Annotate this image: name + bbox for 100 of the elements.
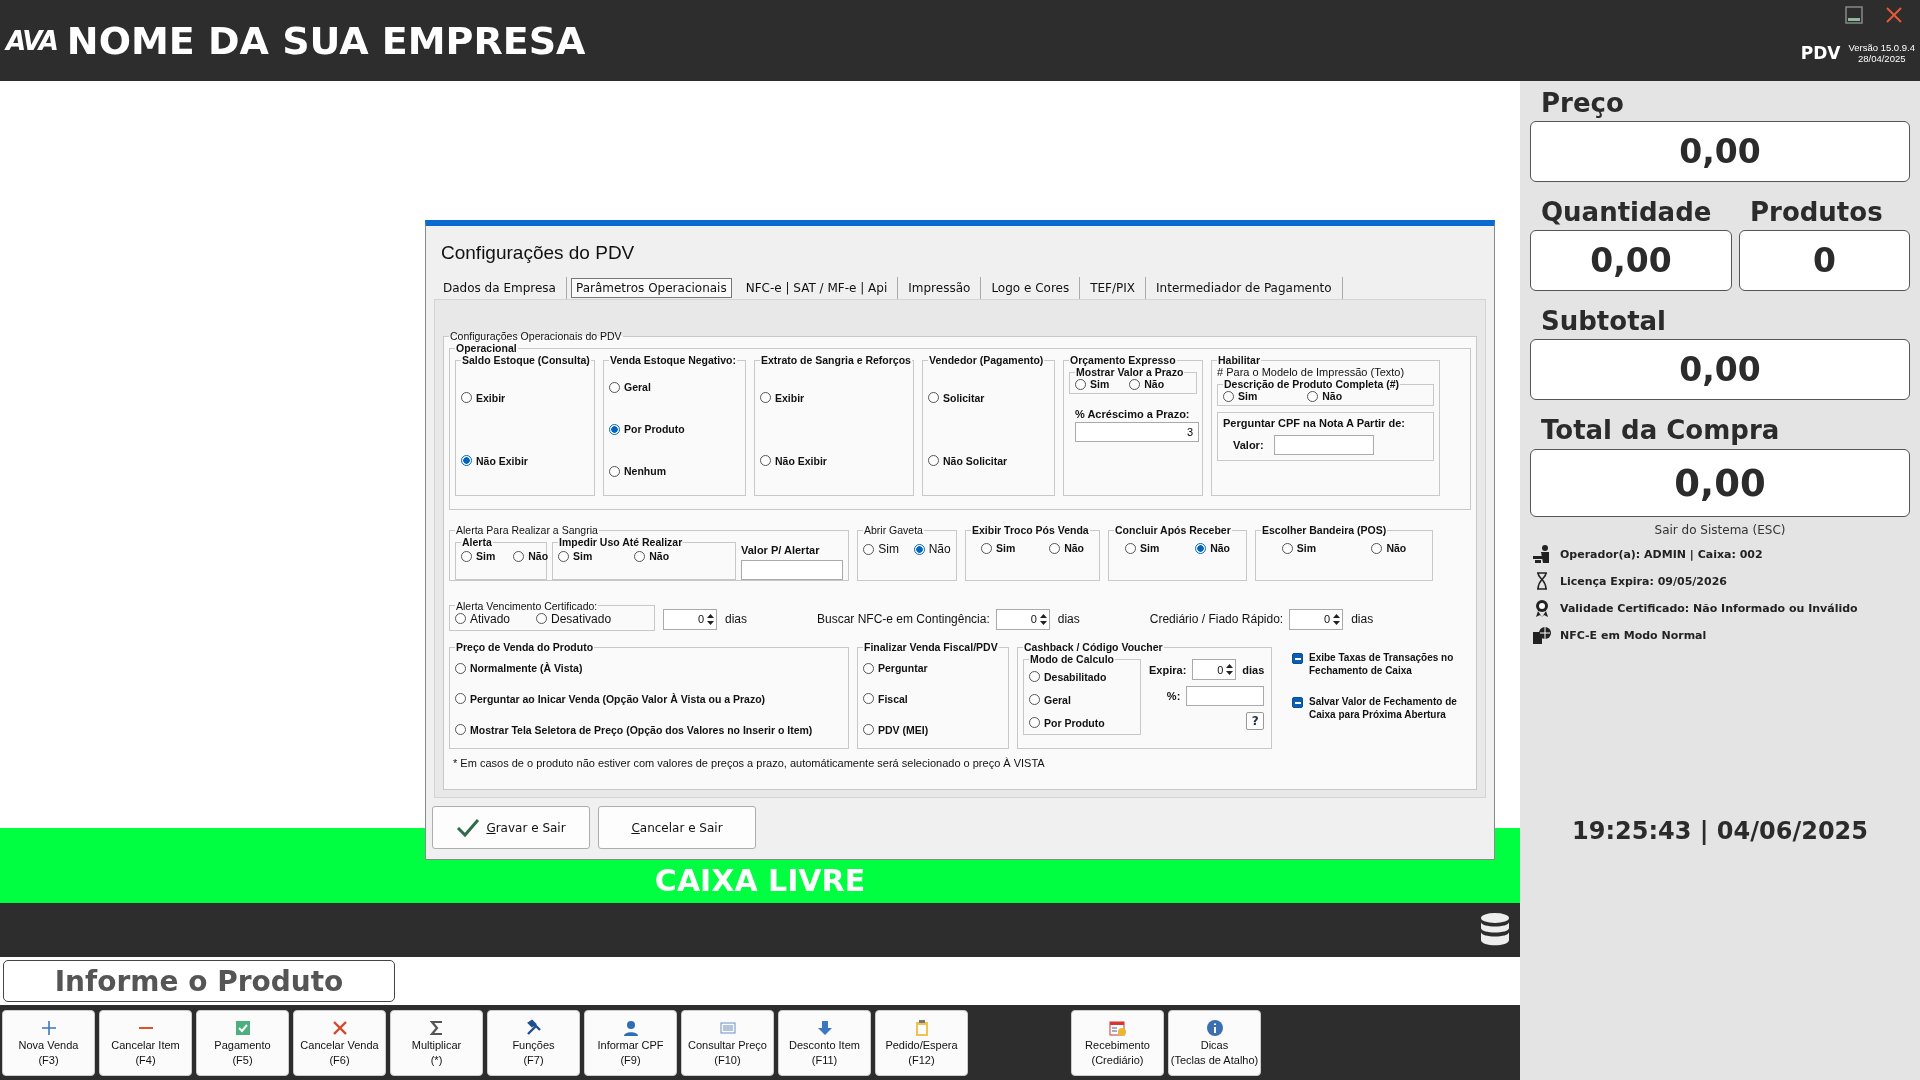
radio-option[interactable]: Sim bbox=[1281, 542, 1316, 554]
toolbar-button[interactable]: Recebimento (Crediário) bbox=[1071, 1009, 1164, 1076]
toolbar-button[interactable]: Desconto Item (F11) bbox=[778, 1009, 871, 1076]
radio-button[interactable] bbox=[1223, 390, 1234, 402]
input-field[interactable] bbox=[1186, 686, 1265, 706]
radio-button[interactable] bbox=[513, 550, 525, 562]
radio-button[interactable] bbox=[634, 550, 646, 562]
radio-option[interactable]: Mostrar Tela Seletora de Preço (Opção dos Valores no Inserir o Item) bbox=[455, 723, 843, 736]
radio-button[interactable] bbox=[1195, 542, 1207, 554]
number-spinner[interactable]: 0 bbox=[1192, 659, 1237, 680]
radio-button[interactable] bbox=[557, 550, 569, 562]
radio-option[interactable]: PDV (MEI) bbox=[863, 723, 1003, 736]
radio-option[interactable]: Não bbox=[1129, 378, 1165, 390]
radio-option[interactable]: Não Solicitar bbox=[928, 454, 1049, 467]
radio-button[interactable] bbox=[1129, 378, 1141, 390]
toolbar-button[interactable]: Pedido/Espera (F12) bbox=[875, 1009, 968, 1076]
product-input-field[interactable]: Informe o Produto bbox=[3, 960, 395, 1002]
radio-option[interactable]: Não bbox=[1049, 542, 1084, 554]
radio-option[interactable]: Não Exibir bbox=[461, 454, 589, 467]
toolbar-button[interactable]: Cancelar Venda (F6) bbox=[293, 1009, 386, 1076]
radio-option[interactable]: Não Exibir bbox=[760, 454, 908, 467]
radio-button[interactable] bbox=[863, 693, 874, 705]
radio-button[interactable] bbox=[928, 392, 939, 403]
radio-option[interactable]: Não bbox=[513, 550, 549, 562]
radio-option[interactable]: Solicitar bbox=[928, 391, 1049, 404]
radio-option[interactable]: Perguntar ao Inicar Venda (Opção Valor À Vista ou a Prazo) bbox=[455, 693, 843, 705]
radio-button[interactable] bbox=[1029, 717, 1040, 728]
tab[interactable]: Parâmetros Operacionais bbox=[570, 278, 732, 298]
radio-button[interactable] bbox=[760, 455, 771, 466]
radio-button[interactable] bbox=[609, 381, 620, 393]
radio-button[interactable] bbox=[455, 613, 466, 624]
radio-button[interactable] bbox=[1371, 542, 1383, 554]
radio-option[interactable]: Não bbox=[1195, 542, 1230, 554]
minimize-button[interactable] bbox=[1845, 6, 1863, 24]
toolbar-button[interactable]: Consultar Preço (F10) bbox=[681, 1009, 774, 1076]
number-spinner[interactable]: 0 bbox=[1289, 608, 1344, 630]
radio-button[interactable] bbox=[1049, 542, 1061, 554]
radio-button[interactable] bbox=[913, 543, 925, 555]
toolbar-button[interactable]: Cancelar Item (F4) bbox=[99, 1009, 192, 1076]
radio-button[interactable] bbox=[928, 455, 939, 466]
radio-button[interactable] bbox=[455, 693, 466, 705]
radio-button[interactable] bbox=[863, 662, 874, 674]
radio-button[interactable] bbox=[863, 543, 875, 555]
number-spinner[interactable]: 0 bbox=[995, 608, 1050, 630]
radio-button[interactable] bbox=[980, 542, 992, 554]
radio-button[interactable] bbox=[863, 724, 874, 736]
help-button[interactable]: ? bbox=[1246, 712, 1265, 730]
radio-button[interactable] bbox=[760, 392, 771, 403]
radio-option[interactable]: Nenhum bbox=[609, 465, 740, 477]
input-field[interactable] bbox=[1273, 435, 1374, 455]
radio-option[interactable]: Sim bbox=[863, 542, 899, 556]
radio-option[interactable]: Não bbox=[1307, 390, 1343, 402]
radio-button[interactable] bbox=[1281, 542, 1293, 554]
toolbar-button[interactable]: Pagamento (F5) bbox=[196, 1009, 289, 1076]
radio-button[interactable] bbox=[536, 613, 548, 624]
radio-button[interactable] bbox=[1029, 694, 1040, 705]
radio-button[interactable] bbox=[609, 465, 620, 477]
toolbar-button[interactable]: Funções (F7) bbox=[487, 1009, 580, 1076]
radio-option[interactable]: Ativado bbox=[455, 611, 511, 626]
radio-button[interactable] bbox=[1124, 542, 1136, 554]
input-field[interactable]: 3 bbox=[1075, 422, 1199, 442]
exit-link[interactable]: Sair do Sistema (ESC) bbox=[1654, 523, 1786, 537]
number-spinner[interactable]: 0 bbox=[663, 608, 717, 630]
radio-option[interactable]: Não bbox=[634, 550, 670, 562]
toolbar-button[interactable]: Informar CPF (F9) bbox=[584, 1009, 677, 1076]
radio-button[interactable] bbox=[455, 724, 466, 736]
radio-option[interactable]: Geral bbox=[609, 381, 740, 393]
radio-option[interactable]: Não bbox=[1371, 542, 1407, 554]
checkbox-option[interactable]: Salvar Valor de Fechamento de Caixa para Próxima Abertura bbox=[1292, 695, 1464, 721]
radio-option[interactable]: Sim bbox=[1124, 542, 1160, 554]
radio-button[interactable] bbox=[609, 423, 620, 435]
toolbar-button[interactable]: Dicas (Teclas de Atalho) bbox=[1168, 1009, 1261, 1076]
radio-option[interactable]: Exibir bbox=[461, 391, 589, 404]
radio-option[interactable]: Geral bbox=[1029, 693, 1135, 706]
radio-button[interactable] bbox=[1307, 390, 1319, 402]
radio-option[interactable]: Sim bbox=[461, 550, 496, 562]
radio-option[interactable]: Sim bbox=[1075, 378, 1110, 390]
radio-button[interactable] bbox=[455, 662, 466, 674]
radio-button[interactable] bbox=[461, 392, 472, 403]
radio-button[interactable] bbox=[461, 455, 472, 466]
radio-option[interactable]: Não bbox=[913, 542, 951, 556]
radio-option[interactable]: Exibir bbox=[760, 391, 908, 404]
radio-option[interactable]: Perguntar bbox=[863, 662, 1003, 675]
checkbox[interactable] bbox=[1292, 653, 1303, 664]
toolbar-button[interactable]: Multiplicar (*) bbox=[390, 1009, 483, 1076]
radio-option[interactable]: Sim bbox=[1223, 390, 1258, 402]
radio-option[interactable]: Por Produto bbox=[1029, 716, 1135, 729]
close-button[interactable] bbox=[1885, 6, 1903, 24]
radio-option[interactable]: Normalmente (À Vista) bbox=[455, 662, 843, 675]
radio-button[interactable] bbox=[461, 550, 472, 562]
radio-option[interactable]: Desabilitado bbox=[1029, 670, 1135, 683]
save-button[interactable]: Gravar e Sair bbox=[432, 806, 590, 849]
radio-button[interactable] bbox=[1029, 671, 1040, 682]
radio-option[interactable]: Desativado bbox=[536, 611, 612, 626]
radio-option[interactable]: Sim bbox=[980, 542, 1016, 554]
radio-option[interactable]: Sim bbox=[557, 550, 593, 562]
checkbox[interactable] bbox=[1292, 697, 1303, 708]
input-field[interactable] bbox=[741, 560, 843, 580]
toolbar-button[interactable]: Nova Venda (F3) bbox=[2, 1009, 95, 1076]
cancel-button[interactable]: Cancelar e Sair bbox=[598, 806, 756, 849]
